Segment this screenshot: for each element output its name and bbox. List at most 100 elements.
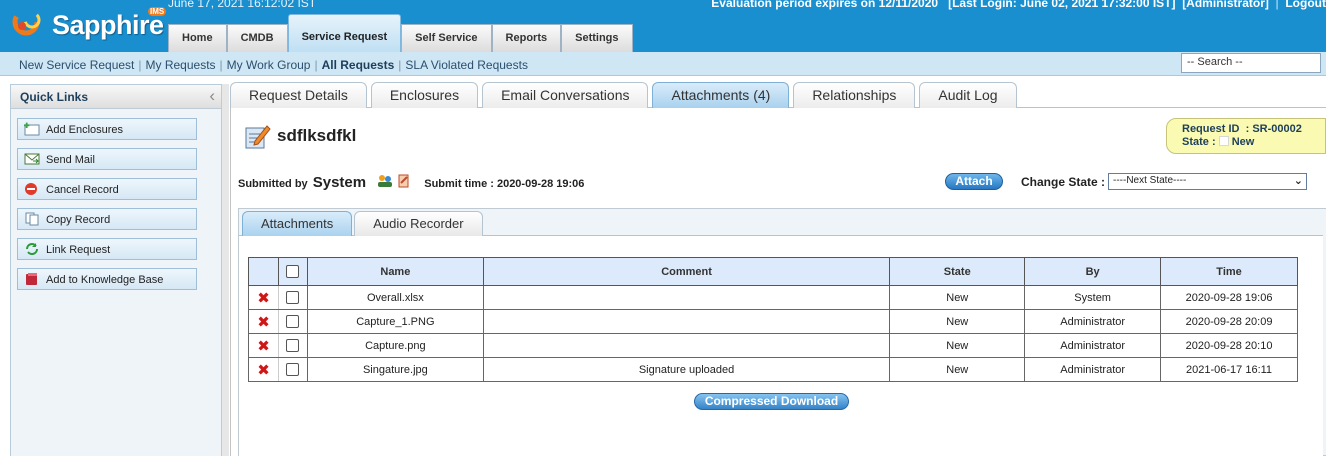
link-request-button[interactable]: Link Request — [17, 238, 197, 260]
tab-inner-attachments[interactable]: Attachments — [242, 211, 353, 236]
tab-settings[interactable]: Settings — [561, 24, 633, 52]
last-login: [Last Login: June 02, 2021 17:32:00 IST] — [948, 0, 1176, 10]
tab-self-service[interactable]: Self Service — [401, 24, 492, 52]
delete-x-icon[interactable]: ✖ — [257, 290, 270, 307]
attach-button[interactable]: Attach — [945, 173, 1003, 190]
tab-reports[interactable]: Reports — [491, 24, 562, 52]
next-state-value: ----Next State---- — [1113, 175, 1187, 186]
submission-info: Submitted by System Submit time : 2020-0… — [238, 174, 584, 191]
submitted-by-label: Submitted by — [238, 178, 308, 190]
record-tabs: Request Details Enclosures Email Convers… — [230, 82, 1021, 108]
tab-home[interactable]: Home — [168, 24, 227, 52]
change-state-label: Change State : — [1021, 175, 1106, 189]
brand-name: Sapphire — [52, 10, 164, 40]
tab-email-conversations[interactable]: Email Conversations — [482, 82, 649, 108]
table-row: ✖ Overall.xlsx New System 2020-09-28 19:… — [248, 285, 1298, 310]
request-id-value: : SR-00002 — [1245, 123, 1302, 135]
current-user[interactable]: [Administrator] — [1182, 0, 1269, 10]
delete-x-icon[interactable]: ✖ — [257, 362, 270, 379]
select-all-checkbox[interactable] — [286, 265, 300, 278]
cancel-record-button[interactable]: Cancel Record — [17, 178, 197, 200]
search-dropdown[interactable]: -- Search -- — [1181, 53, 1321, 73]
header-by[interactable]: By — [1024, 257, 1162, 286]
copy-icon — [25, 212, 39, 226]
tab-enclosures[interactable]: Enclosures — [370, 82, 479, 108]
row-checkbox[interactable] — [286, 291, 300, 304]
subnav-new-service-request[interactable]: New Service Request — [19, 58, 134, 72]
header-name[interactable]: Name — [306, 257, 484, 286]
attachment-name[interactable]: Singature.jpg — [306, 357, 484, 382]
table-row: ✖ Capture.png New Administrator 2020-09-… — [248, 333, 1298, 358]
attachment-comment — [482, 333, 891, 358]
attachment-name[interactable]: Overall.xlsx — [306, 285, 484, 310]
attachments-table: Name Comment State By Time ✖ Overall.xls… — [248, 257, 1298, 382]
evaluation-notice: Evaluation period expires on 12/11/2020 — [711, 0, 939, 10]
attachment-name[interactable]: Capture_1.PNG — [306, 309, 484, 334]
copy-record-button[interactable]: Copy Record — [17, 208, 197, 230]
attachment-comment: Signature uploaded — [482, 357, 891, 382]
header-comment[interactable]: Comment — [482, 257, 891, 286]
table-header-row: Name Comment State By Time — [248, 257, 1298, 286]
top-header: Sapphire IMS June 17, 2021 16:12:02 IST … — [0, 0, 1326, 52]
link-refresh-icon — [26, 243, 38, 255]
user-details-icon[interactable] — [377, 174, 411, 188]
quick-links-header: Quick Links ‹ — [11, 85, 221, 109]
attachment-state: New — [889, 333, 1026, 358]
brand-badge: IMS — [148, 7, 167, 16]
add-to-knowledge-base-button[interactable]: Add to Knowledge Base — [17, 268, 197, 290]
sub-navigation: New Service Request | My Requests | My Work … — [0, 52, 1326, 76]
row-checkbox[interactable] — [286, 363, 300, 376]
submitted-by-value: System — [312, 174, 367, 191]
row-checkbox[interactable] — [286, 315, 300, 328]
logout-link[interactable]: Logout — [1285, 0, 1326, 10]
state-value: New — [1231, 136, 1255, 148]
add-enclosures-button[interactable]: Add Enclosures — [17, 118, 197, 140]
divider: | — [138, 58, 142, 72]
delete-x-icon[interactable]: ✖ — [257, 338, 270, 355]
send-mail-button[interactable]: Send Mail — [17, 148, 197, 170]
chevron-down-icon: ⌄ — [1293, 175, 1303, 187]
tab-audit-log[interactable]: Audit Log — [919, 82, 1017, 108]
attachment-by: Administrator — [1024, 333, 1162, 358]
tab-relationships[interactable]: Relationships — [793, 82, 916, 108]
tab-request-details[interactable]: Request Details — [230, 82, 367, 108]
submit-time: Submit time : 2020-09-28 19:06 — [424, 178, 585, 190]
current-datetime: June 17, 2021 16:12:02 IST — [168, 0, 317, 10]
table-row: ✖ Capture_1.PNG New Administrator 2020-0… — [248, 309, 1298, 334]
tab-attachments[interactable]: Attachments (4) — [652, 82, 790, 108]
row-checkbox[interactable] — [286, 339, 300, 352]
table-row: ✖ Singature.jpg Signature uploaded New A… — [248, 357, 1298, 382]
delete-x-icon[interactable]: ✖ — [257, 314, 270, 331]
cancel-icon — [25, 183, 37, 195]
attachment-state: New — [889, 357, 1026, 382]
attachment-time: 2020-09-28 19:06 — [1160, 285, 1298, 310]
divider: | — [219, 58, 223, 72]
subnav-all-requests[interactable]: All Requests — [322, 58, 395, 72]
subnav-my-work-group[interactable]: My Work Group — [227, 58, 311, 72]
header-state[interactable]: State — [889, 257, 1026, 286]
header-time[interactable]: Time — [1160, 257, 1298, 286]
inner-tabs: Attachments Audio Recorder — [242, 211, 485, 236]
attachment-name[interactable]: Capture.png — [306, 333, 484, 358]
chevron-left-icon[interactable]: ‹ — [209, 86, 215, 106]
mail-icon — [24, 153, 40, 165]
attachment-time: 2021-06-17 16:11 — [1160, 357, 1298, 382]
header-select-all — [277, 257, 308, 286]
request-id-label: Request ID — [1182, 123, 1240, 135]
main-tabs: Home CMDB Service Request Self Service R… — [168, 14, 633, 52]
add-enclosure-icon — [24, 122, 40, 136]
change-state-select[interactable]: ----Next State---- ⌄ — [1108, 173, 1307, 190]
tab-service-request[interactable]: Service Request — [287, 14, 402, 52]
logo-swirl-icon — [12, 8, 41, 36]
divider: | — [398, 58, 402, 72]
subnav-my-requests[interactable]: My Requests — [146, 58, 216, 72]
attachment-by: System — [1024, 285, 1162, 310]
compressed-download-button[interactable]: Compressed Download — [694, 393, 849, 410]
tab-audio-recorder[interactable]: Audio Recorder — [354, 211, 483, 236]
sapphire-logo[interactable]: Sapphire IMS — [12, 4, 167, 44]
tab-cmdb[interactable]: CMDB — [226, 24, 288, 52]
left-panel-scrollbar[interactable] — [221, 84, 229, 456]
quick-links-title: Quick Links — [20, 90, 89, 104]
subnav-sla-violated[interactable]: SLA Violated Requests — [405, 58, 528, 72]
edit-record-icon — [245, 125, 271, 149]
